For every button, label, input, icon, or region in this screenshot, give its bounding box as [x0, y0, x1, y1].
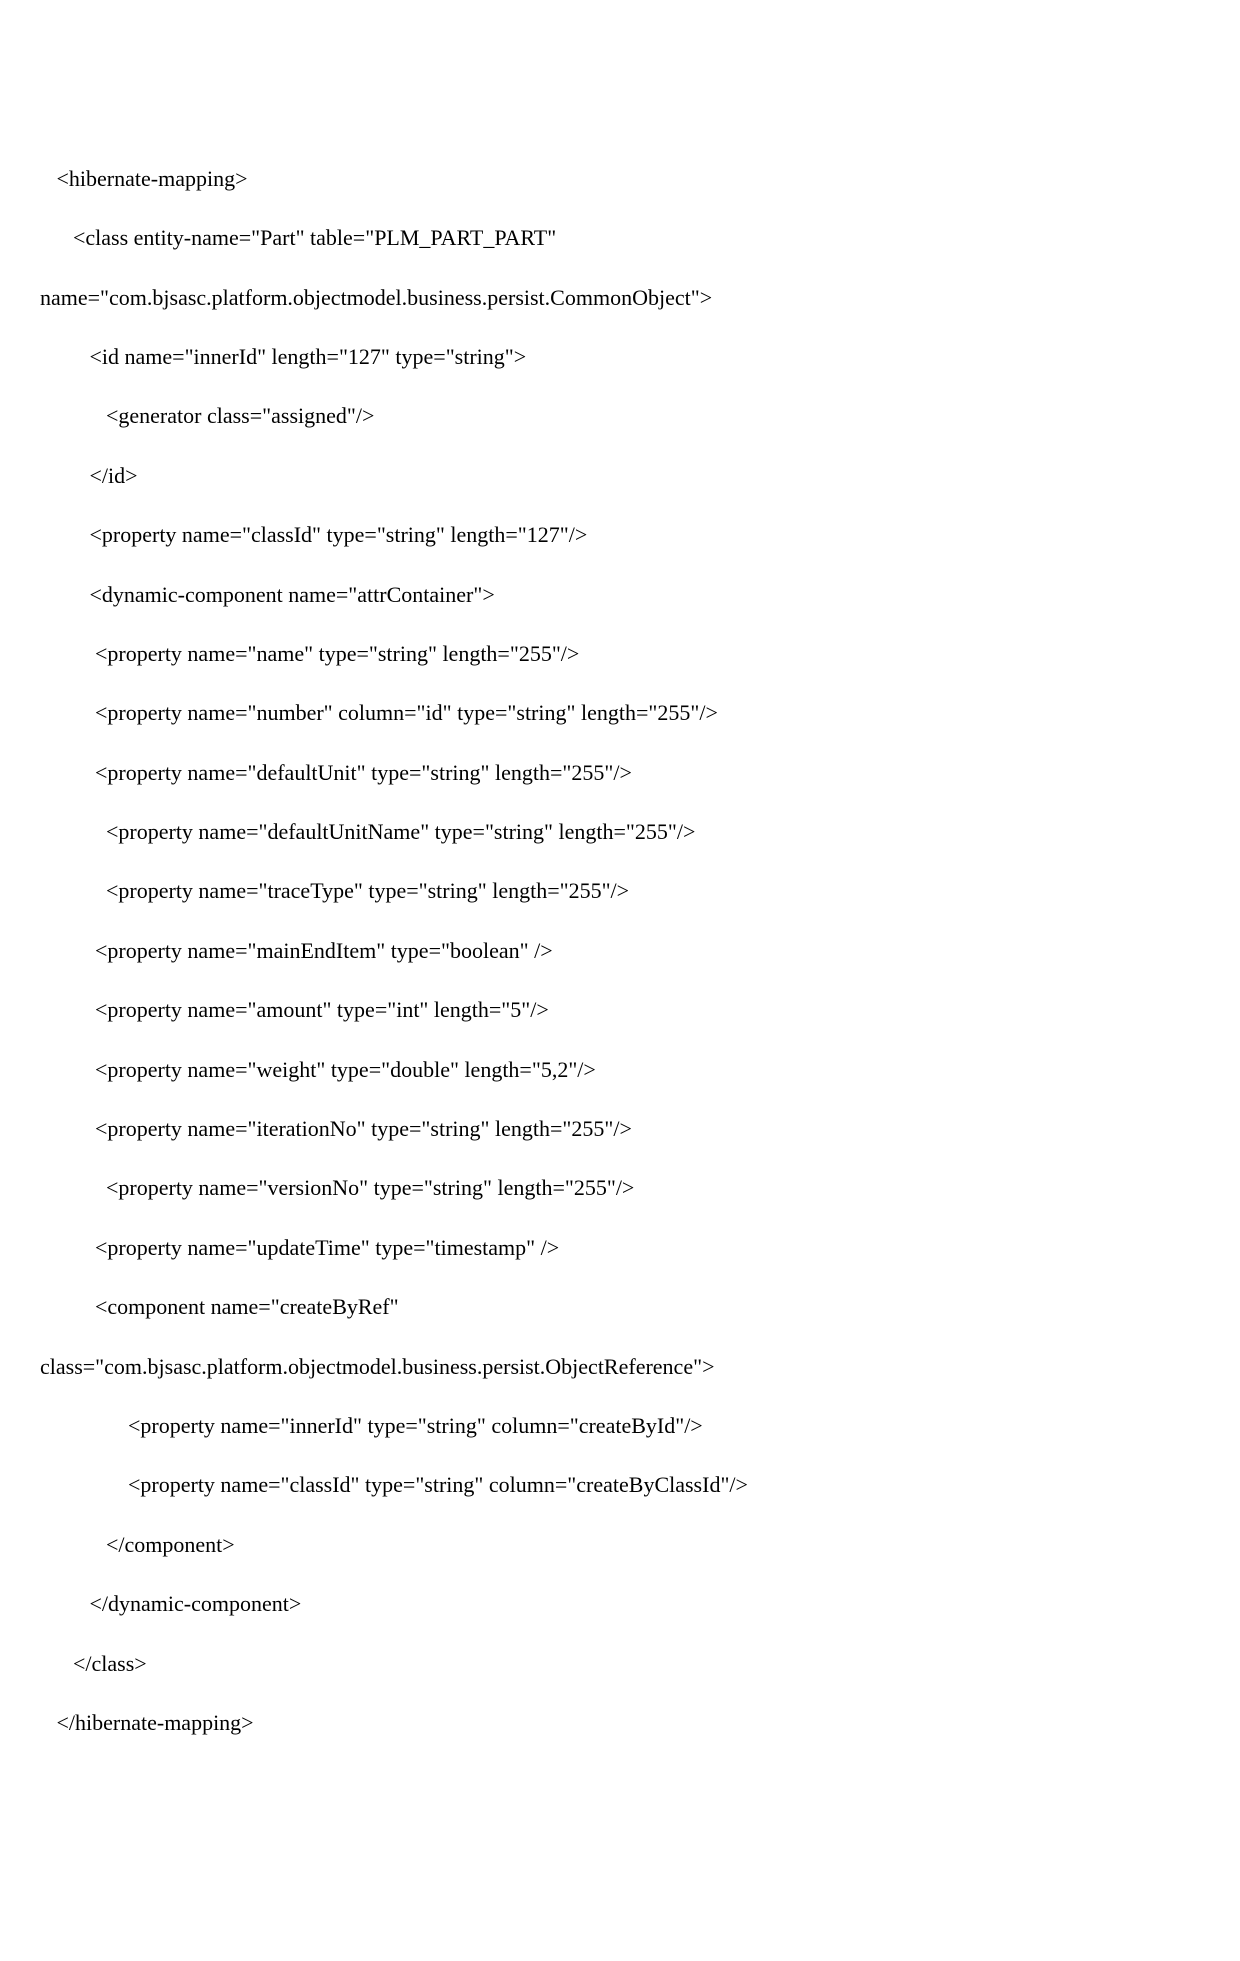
code-line: <property name="defaultUnit" type="strin… — [40, 743, 1200, 802]
code-line: class="com.bjsasc.platform.objectmodel.b… — [40, 1337, 1200, 1396]
code-line: </component> — [40, 1515, 1200, 1574]
code-line: <dynamic-component name="attrContainer"> — [40, 565, 1200, 624]
code-line: <property name="innerId" type="string" c… — [40, 1396, 1200, 1455]
code-line: <property name="defaultUnitName" type="s… — [40, 802, 1200, 861]
code-block: <hibernate-mapping> <class entity-name="… — [40, 149, 1200, 1753]
code-line: <property name="classId" type="string" c… — [40, 1455, 1200, 1514]
code-line: <property name="classId" type="string" l… — [40, 505, 1200, 564]
code-line: </hibernate-mapping> — [40, 1693, 1200, 1752]
code-line: <generator class="assigned"/> — [40, 386, 1200, 445]
code-line: <property name="amount" type="int" lengt… — [40, 980, 1200, 1039]
code-line: <id name="innerId" length="127" type="st… — [40, 327, 1200, 386]
code-line: <property name="updateTime" type="timest… — [40, 1218, 1200, 1277]
code-line: </id> — [40, 446, 1200, 505]
code-line: </dynamic-component> — [40, 1574, 1200, 1633]
code-line: <property name="number" column="id" type… — [40, 683, 1200, 742]
code-line: <hibernate-mapping> — [40, 149, 1200, 208]
code-line: <class entity-name="Part" table="PLM_PAR… — [40, 208, 1200, 267]
code-line: <property name="mainEndItem" type="boole… — [40, 921, 1200, 980]
code-line: <component name="createByRef" — [40, 1277, 1200, 1336]
code-line: <property name="versionNo" type="string"… — [40, 1158, 1200, 1217]
code-line: <property name="traceType" type="string"… — [40, 861, 1200, 920]
code-line: </class> — [40, 1634, 1200, 1693]
code-line: <property name="weight" type="double" le… — [40, 1040, 1200, 1099]
code-line: <property name="iterationNo" type="strin… — [40, 1099, 1200, 1158]
code-line: name="com.bjsasc.platform.objectmodel.bu… — [40, 268, 1200, 327]
code-line: <property name="name" type="string" leng… — [40, 624, 1200, 683]
